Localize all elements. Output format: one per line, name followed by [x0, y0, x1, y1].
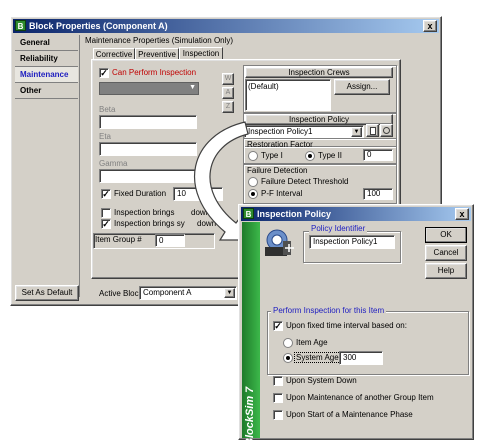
- nav-item-general[interactable]: General: [15, 35, 78, 51]
- blocksim-sidebar-text: BlockSim 7: [244, 386, 256, 446]
- new-document-icon: [369, 127, 376, 135]
- main-window-title: Block Properties (Component A): [29, 21, 168, 31]
- assign-button[interactable]: Assign...: [334, 79, 390, 95]
- upon-fixed-interval-checkbox[interactable]: ✓: [273, 321, 283, 331]
- beta-label: Beta: [99, 105, 116, 114]
- policy-close-button[interactable]: x: [455, 208, 469, 220]
- upon-maintenance-checkbox[interactable]: [273, 393, 283, 403]
- distribution-dropdown[interactable]: ▼: [99, 82, 199, 95]
- fixed-duration-label: Fixed Duration: [114, 189, 167, 198]
- can-perform-inspection-label: Can Perform Inspection: [112, 68, 197, 77]
- active-block-label: Active Block:: [99, 289, 145, 298]
- active-block-dropdown-arrow-icon[interactable]: ▼: [224, 288, 235, 298]
- active-block-select[interactable]: Component A ▼: [139, 286, 237, 300]
- restoration-value-input[interactable]: 0: [363, 149, 393, 161]
- analysis-tool-button[interactable]: A: [222, 87, 234, 99]
- policy-identifier-label: Policy Identifier: [309, 224, 368, 233]
- gamma-label: Gamma: [99, 159, 128, 168]
- dropdown-arrow-icon: ▼: [189, 84, 196, 91]
- maintenance-group-label: Maintenance Properties (Simulation Only): [85, 36, 234, 45]
- inspection-brings-down-checkbox[interactable]: [101, 208, 111, 218]
- ok-button[interactable]: OK: [425, 227, 467, 243]
- nav-item-maintenance[interactable]: Maintenance: [15, 67, 78, 83]
- upon-phase-start-checkbox[interactable]: [273, 410, 283, 420]
- policy-dropdown-arrow-icon[interactable]: ▼: [351, 127, 362, 137]
- main-title-bar: B Block Properties (Component A) x: [13, 19, 439, 33]
- crew-list-item[interactable]: (Default): [248, 82, 279, 91]
- weibull-tool-button[interactable]: W: [222, 73, 234, 85]
- perform-inspection-group-label: Perform Inspection for this Item: [271, 306, 387, 315]
- system-age-input[interactable]: 300: [339, 351, 383, 365]
- cancel-button[interactable]: Cancel: [425, 245, 467, 261]
- blocksim-sidebar: BlockSim 7: [242, 222, 260, 446]
- nav-item-reliability[interactable]: Reliability: [15, 51, 78, 67]
- main-close-button[interactable]: x: [423, 20, 437, 32]
- item-group-label: Item Group #: [95, 235, 142, 244]
- set-as-default-button[interactable]: Set As Default: [15, 285, 79, 301]
- policy-wizard-icon: [263, 227, 297, 259]
- nav-item-other[interactable]: Other: [15, 83, 78, 99]
- active-block-value: Component A: [143, 288, 192, 297]
- inspection-crews-header: Inspection Crews: [245, 67, 393, 78]
- policy-app-icon: B: [243, 208, 254, 219]
- upon-phase-start-label: Upon Start of a Maintenance Phase: [286, 410, 413, 419]
- inspection-policy-dialog: B Inspection Policy x BlockSim 7 Policy …: [238, 204, 474, 446]
- fixed-duration-checkbox[interactable]: ✓: [101, 189, 111, 199]
- policy-title-bar: B Inspection Policy x: [241, 207, 471, 221]
- pf-interval-input[interactable]: 100: [363, 188, 393, 200]
- policy-wizard-button[interactable]: [380, 124, 393, 137]
- inspection-brings-sys-down-checkbox[interactable]: ✓: [101, 219, 111, 229]
- item-age-label: Item Age: [296, 338, 328, 347]
- eta-label: Eta: [99, 132, 112, 141]
- upon-system-down-checkbox[interactable]: [273, 376, 283, 386]
- upon-maintenance-label: Upon Maintenance of another Group Item: [286, 393, 434, 402]
- item-age-radio[interactable]: [283, 338, 293, 348]
- upon-fixed-interval-label: Upon fixed time interval based on:: [286, 321, 407, 330]
- help-button[interactable]: Help: [425, 263, 467, 279]
- policy-dialog-title: Inspection Policy: [257, 209, 332, 219]
- blocksim-app-icon: B: [15, 20, 26, 31]
- system-age-label: System Age: [294, 352, 341, 363]
- wizard-icon: [383, 127, 390, 134]
- policy-identifier-input[interactable]: Inspection Policy1: [309, 235, 395, 249]
- new-policy-button[interactable]: [366, 124, 379, 137]
- inspection-brings-down-label: Inspection brings: [114, 208, 175, 217]
- system-age-radio[interactable]: [283, 353, 293, 363]
- can-perform-inspection-checkbox[interactable]: ✓: [99, 68, 109, 78]
- upon-system-down-label: Upon System Down: [286, 376, 357, 385]
- left-nav: General Reliability Maintenance Other: [15, 35, 80, 297]
